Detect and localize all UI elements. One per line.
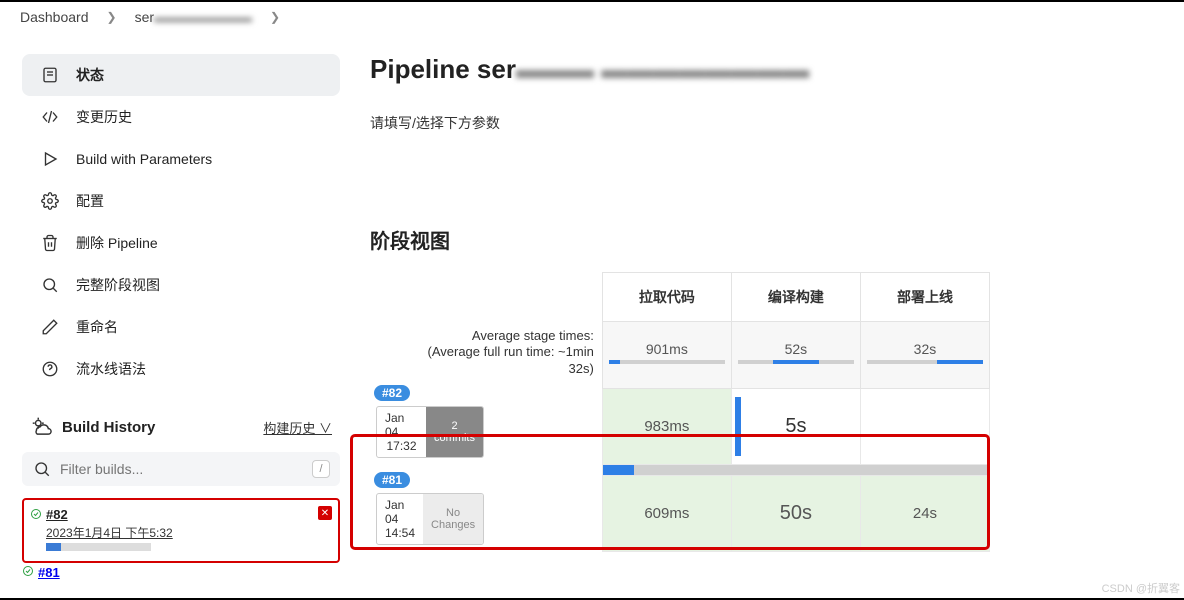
stage-view-table: 拉取代码 编译构建 部署上线 Average stage times: (Ave… bbox=[370, 272, 990, 552]
sidebar-item-label: 重命名 bbox=[76, 317, 118, 337]
chevron-right-icon: ❯ bbox=[270, 10, 280, 24]
watermark: CSDN @折翼客 bbox=[1102, 580, 1180, 596]
sidebar-item-label: 状态 bbox=[76, 65, 104, 85]
pencil-icon bbox=[40, 317, 60, 337]
sidebar-item-label: 完整阶段视图 bbox=[76, 275, 160, 295]
stage-view-heading: 阶段视图 bbox=[370, 225, 1154, 254]
stage-run-row[interactable]: #81 Jan 0414:54 NoChanges 609ms 50s 24s bbox=[370, 475, 990, 551]
chevron-right-icon: ❯ bbox=[107, 10, 117, 24]
build-date: 2023年1月4日 下午5:32 bbox=[46, 524, 330, 541]
stage-cell[interactable]: 5s bbox=[731, 388, 860, 464]
search-icon bbox=[40, 275, 60, 295]
search-icon bbox=[32, 459, 52, 479]
filter-builds[interactable]: / bbox=[22, 452, 340, 486]
build-history-title: Build History bbox=[62, 419, 155, 436]
breadcrumb: Dashboard ❯ ser▬▬▬▬▬▬▬ ❯ bbox=[0, 2, 1184, 32]
sidebar-item-label: Build with Parameters bbox=[76, 151, 212, 167]
stage-run-row[interactable]: #82 Jan 0417:32 2commits 983ms 5s bbox=[370, 388, 990, 464]
weather-icon bbox=[30, 414, 52, 440]
avg-cell: 52s bbox=[731, 322, 860, 389]
sidebar-item-changes[interactable]: 变更历史 bbox=[22, 96, 340, 138]
stage-cell[interactable] bbox=[860, 388, 989, 464]
build-link[interactable]: #81 bbox=[38, 565, 60, 579]
filter-input[interactable] bbox=[60, 461, 312, 477]
build-history-header: Build History 构建历史 ∨ bbox=[22, 414, 340, 440]
run-badge: #82 bbox=[374, 385, 410, 401]
success-icon bbox=[22, 565, 34, 577]
code-icon bbox=[40, 107, 60, 127]
build-link[interactable]: #82 bbox=[46, 507, 68, 522]
gear-icon bbox=[40, 191, 60, 211]
sidebar-item-delete[interactable]: 删除 Pipeline bbox=[22, 222, 340, 264]
stage-cell[interactable]: 50s bbox=[731, 475, 860, 551]
status-icon bbox=[40, 65, 60, 85]
sidebar-item-syntax[interactable]: 流水线语法 bbox=[22, 348, 340, 390]
sidebar-item-configure[interactable]: 配置 bbox=[22, 180, 340, 222]
sidebar: 状态 变更历史 Build with Parameters 配置 删除 Pipe… bbox=[0, 32, 350, 594]
stage-col: 部署上线 bbox=[860, 273, 989, 322]
params-hint: 请填写/选择下方参数 bbox=[370, 113, 1154, 133]
commits-box[interactable]: NoChanges bbox=[423, 494, 483, 544]
cancel-build-icon[interactable]: ✕ bbox=[318, 506, 332, 520]
sidebar-item-rename[interactable]: 重命名 bbox=[22, 306, 340, 348]
play-icon bbox=[40, 149, 60, 169]
stage-col: 拉取代码 bbox=[602, 273, 731, 322]
sidebar-item-label: 配置 bbox=[76, 191, 104, 211]
running-icon bbox=[30, 507, 42, 519]
build-progress bbox=[46, 543, 151, 551]
trash-icon bbox=[40, 233, 60, 253]
sidebar-item-label: 删除 Pipeline bbox=[76, 233, 158, 253]
avg-cell: 32s bbox=[860, 322, 989, 389]
trend-link[interactable]: 构建历史 ∨ bbox=[263, 418, 332, 437]
build-history-item[interactable]: #81 bbox=[22, 565, 340, 579]
build-history-item[interactable]: #82 ✕ 2023年1月4日 下午5:32 bbox=[30, 504, 332, 555]
stage-cell[interactable]: 609ms bbox=[602, 475, 731, 551]
stage-col: 编译构建 bbox=[731, 273, 860, 322]
help-icon bbox=[40, 359, 60, 379]
avg-label: Average stage times: (Average full run t… bbox=[370, 322, 602, 389]
sidebar-item-label: 变更历史 bbox=[76, 107, 132, 127]
breadcrumb-root[interactable]: Dashboard bbox=[20, 9, 89, 25]
run-badge: #81 bbox=[374, 472, 410, 488]
page-title: Pipeline ser▬▬▬ ▬▬▬▬▬▬▬▬ bbox=[370, 54, 1154, 85]
sidebar-item-status[interactable]: 状态 bbox=[22, 54, 340, 96]
build-history-list: #82 ✕ 2023年1月4日 下午5:32 bbox=[22, 498, 340, 563]
stage-cell[interactable]: 24s bbox=[860, 475, 989, 551]
stage-cell[interactable]: 983ms bbox=[602, 388, 731, 464]
main-content: Pipeline ser▬▬▬ ▬▬▬▬▬▬▬▬ 请填写/选择下方参数 阶段视图… bbox=[350, 32, 1184, 594]
run-progress-bar bbox=[603, 465, 989, 475]
avg-cell: 901ms bbox=[602, 322, 731, 389]
run-meta: Jan 0414:54 NoChanges bbox=[376, 493, 484, 545]
breadcrumb-item[interactable]: ser▬▬▬▬▬▬▬ bbox=[135, 9, 252, 25]
sidebar-item-build-params[interactable]: Build with Parameters bbox=[22, 138, 340, 180]
commits-box[interactable]: 2commits bbox=[426, 407, 483, 457]
slash-hint: / bbox=[312, 460, 330, 478]
sidebar-item-full-stage[interactable]: 完整阶段视图 bbox=[22, 264, 340, 306]
run-meta: Jan 0417:32 2commits bbox=[376, 406, 484, 458]
sidebar-item-label: 流水线语法 bbox=[76, 359, 146, 379]
